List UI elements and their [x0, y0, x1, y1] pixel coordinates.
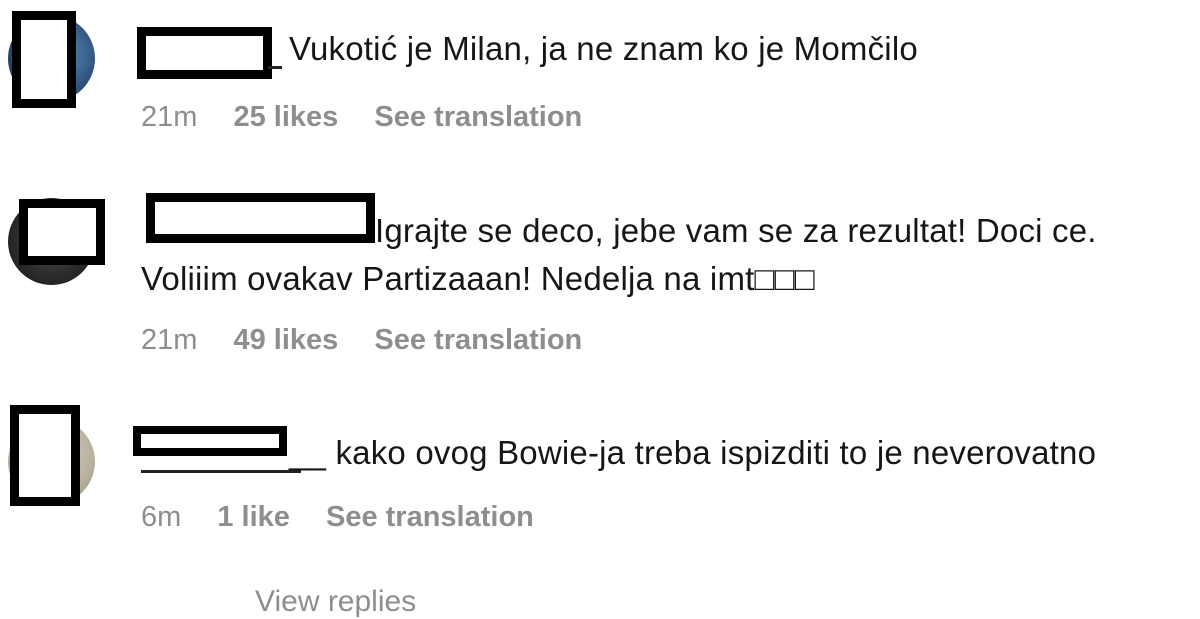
- comment-meta: 6m 1 like See translation: [141, 501, 534, 534]
- avatar-redaction: [10, 405, 80, 506]
- see-translation-link[interactable]: See translation: [326, 501, 534, 533]
- username-underscore: [268, 66, 282, 69]
- timestamp[interactable]: 6m: [141, 501, 181, 533]
- comment-meta: 21m 49 likes See translation: [141, 324, 582, 357]
- view-replies-link[interactable]: View replies: [255, 585, 416, 619]
- avatar-redaction: [12, 11, 76, 108]
- username-underscore: [141, 470, 301, 473]
- see-translation-link[interactable]: See translation: [374, 101, 582, 133]
- timestamp[interactable]: 21m: [141, 101, 197, 133]
- username-redaction: [137, 27, 272, 79]
- comment-meta: 21m 25 likes See translation: [141, 101, 582, 134]
- comment-text: Vukotić je Milan, ja ne znam ko je Momči…: [289, 30, 918, 67]
- see-translation-link[interactable]: See translation: [374, 324, 582, 356]
- username-redaction: [133, 426, 287, 456]
- username-redaction: [146, 193, 375, 243]
- comment-text-line-1: Igrajte se deco, jebe vam se za rezultat…: [375, 212, 1097, 249]
- avatar-redaction: [19, 199, 105, 265]
- timestamp[interactable]: 21m: [141, 324, 197, 356]
- comment-text-line-2: Voliiim ovakav Partizaaan! Nedelja na im…: [141, 260, 815, 297]
- likes-count[interactable]: 49 likes: [233, 324, 338, 356]
- likes-count[interactable]: 1 like: [217, 501, 290, 533]
- likes-count[interactable]: 25 likes: [233, 101, 338, 133]
- comment-text: __ kako ovog Bowie-ja treba ispizditi to…: [289, 434, 1097, 471]
